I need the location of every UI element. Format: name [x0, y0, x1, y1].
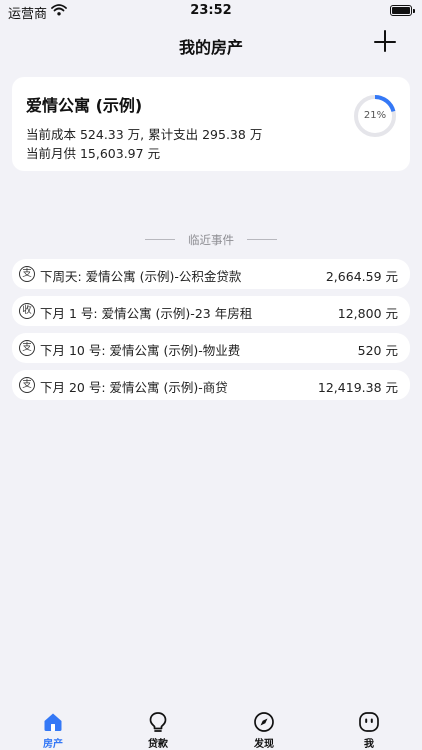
- event-row[interactable]: 支 下月 10 号: 爱情公寓 (示例)-物业费 520 元: [12, 333, 410, 363]
- expense-badge-icon: 支: [19, 377, 35, 393]
- screen: 运营商 23:52 我的房产 爱情公寓 (示例) 当前成本 524.33 万, …: [0, 0, 422, 750]
- tab-loan[interactable]: 贷款: [118, 704, 198, 750]
- events-section-header: 临近事件: [0, 232, 422, 247]
- battery-icon: [390, 5, 415, 16]
- tab-label: 贷款: [148, 739, 168, 750]
- tab-label: 房产: [43, 739, 63, 750]
- income-badge-icon: 收: [19, 303, 35, 319]
- face-icon: [359, 712, 379, 732]
- property-name: 爱情公寓 (示例): [26, 96, 143, 115]
- property-cost-summary: 当前成本 524.33 万, 累计支出 295.38 万: [26, 127, 263, 142]
- event-title: 下月 20 号: 爱情公寓 (示例)-商贷: [40, 380, 228, 395]
- event-title: 下月 10 号: 爱情公寓 (示例)-物业费: [40, 343, 241, 358]
- events-section-label: 临近事件: [188, 233, 234, 247]
- tab-me[interactable]: 我: [329, 704, 409, 750]
- lightbulb-icon: [149, 712, 167, 732]
- repayment-progress-ring: 21%: [352, 93, 398, 139]
- tab-discover[interactable]: 发现: [224, 704, 304, 750]
- event-row[interactable]: 支 下周天: 爱情公寓 (示例)-公积金贷款 2,664.59 元: [12, 259, 410, 289]
- house-icon: [44, 713, 62, 731]
- event-title: 下周天: 爱情公寓 (示例)-公积金贷款: [40, 269, 242, 284]
- event-amount: 520 元: [357, 343, 398, 358]
- tab-bar: 房产 贷款 发现 我: [0, 704, 422, 750]
- expense-badge-icon: 支: [19, 266, 35, 282]
- property-card[interactable]: 爱情公寓 (示例) 当前成本 524.33 万, 累计支出 295.38 万 当…: [12, 77, 410, 171]
- event-row[interactable]: 收 下月 1 号: 爱情公寓 (示例)-23 年房租 12,800 元: [12, 296, 410, 326]
- property-monthly-payment: 当前月供 15,603.97 元: [26, 146, 161, 161]
- add-property-button[interactable]: [374, 30, 398, 54]
- clock: 23:52: [190, 3, 232, 18]
- event-amount: 2,664.59 元: [325, 269, 398, 284]
- event-row[interactable]: 支 下月 20 号: 爱情公寓 (示例)-商贷 12,419.38 元: [12, 370, 410, 400]
- status-bar: 运营商 23:52: [0, 0, 422, 24]
- event-amount: 12,800 元: [337, 306, 398, 321]
- divider-line: [247, 239, 277, 240]
- event-amount: 12,419.38 元: [317, 380, 398, 395]
- tab-label: 我: [364, 739, 374, 750]
- page-title: 我的房产: [178, 38, 243, 57]
- tab-property[interactable]: 房产: [13, 704, 93, 750]
- progress-percent: 21%: [363, 110, 387, 121]
- compass-icon: [254, 712, 274, 732]
- tab-label: 发现: [254, 739, 274, 750]
- expense-badge-icon: 支: [19, 340, 35, 356]
- event-title: 下月 1 号: 爱情公寓 (示例)-23 年房租: [40, 306, 253, 321]
